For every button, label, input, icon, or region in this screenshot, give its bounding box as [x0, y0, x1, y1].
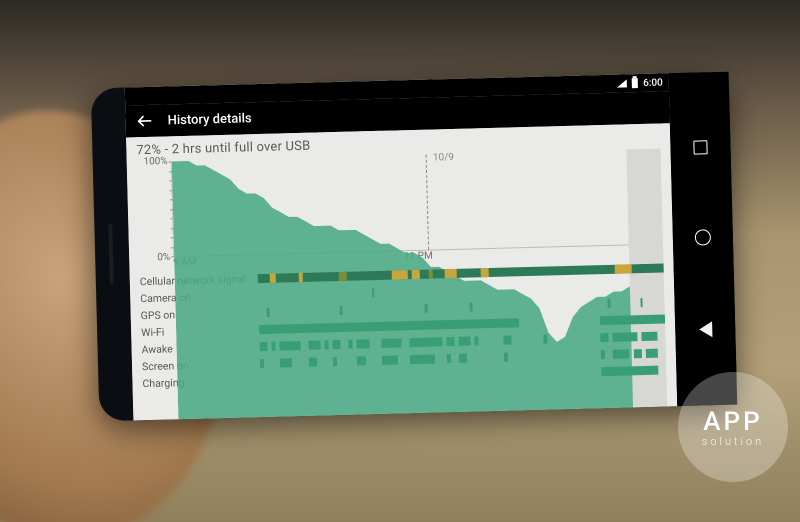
watermark-line2: solution	[702, 435, 764, 448]
nav-back-button[interactable]	[699, 321, 712, 337]
back-icon[interactable]	[135, 112, 153, 130]
signal-icon	[617, 79, 627, 87]
watermark-badge: APP solution	[678, 372, 788, 482]
speaker-slit-left	[108, 224, 114, 284]
nav-home-button[interactable]	[695, 230, 711, 246]
ytick-0: 0%	[157, 252, 170, 263]
android-navbar	[669, 72, 738, 406]
screen: 6:00 History details 72% - 2 hrs until f…	[125, 73, 678, 420]
y-axis-labels: 100% 0%	[137, 161, 174, 258]
battery-icon	[632, 78, 638, 88]
watermark-line1: APP	[703, 407, 762, 437]
ytick-100: 100%	[143, 156, 167, 168]
chart-plot: 10/9	[171, 149, 663, 258]
date-marker-label: 10/9	[433, 152, 454, 164]
battery-chart: 100% 0% 10/9	[137, 149, 663, 259]
page-title: History details	[167, 111, 251, 128]
nav-recents-button[interactable]	[693, 140, 707, 154]
status-clock: 6:00	[643, 77, 663, 89]
content: 72% - 2 hrs until full over USB 100% 0%	[126, 123, 677, 420]
phone-frame: 6:00 History details 72% - 2 hrs until f…	[91, 72, 737, 422]
